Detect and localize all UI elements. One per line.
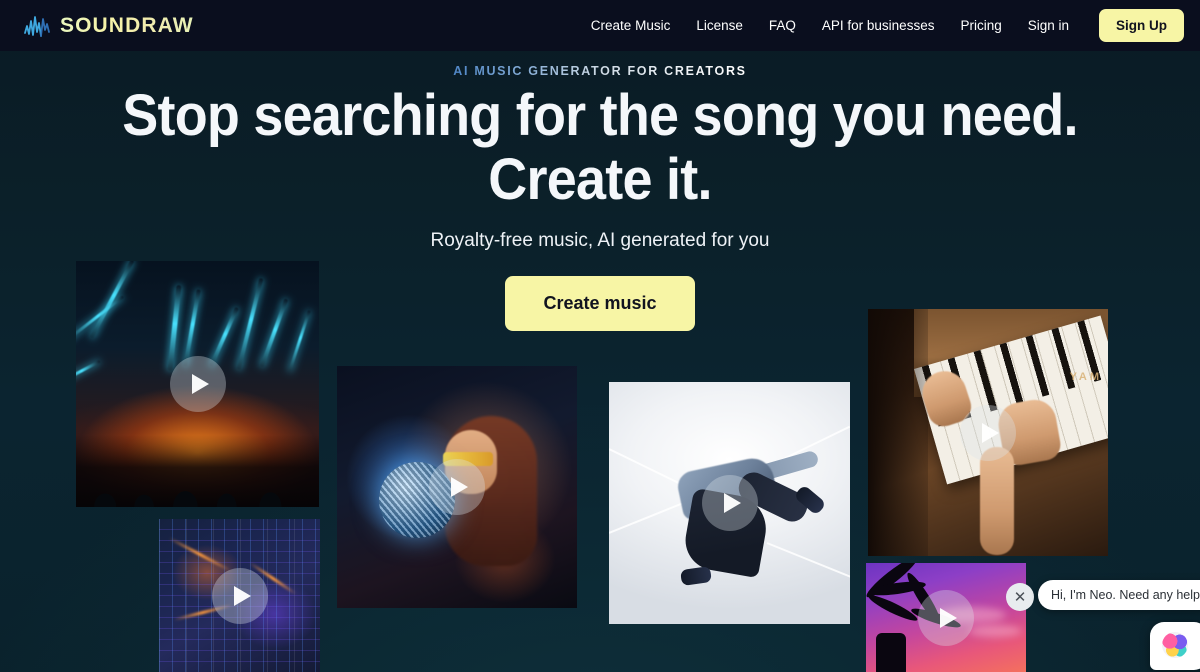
media-card-palm-sunset[interactable] [866, 563, 1026, 672]
piano-brand-text: YAM [1069, 371, 1102, 383]
play-icon[interactable] [169, 356, 226, 412]
media-card-city-night[interactable] [159, 519, 320, 672]
media-card-piano-hands[interactable]: YAM [868, 309, 1108, 556]
brain-icon [1162, 632, 1188, 658]
chat-close-button[interactable]: ✕ [1006, 583, 1034, 611]
main-navigation: Create Music License FAQ API for busines… [591, 9, 1184, 42]
site-header: SOUNDRAW Create Music License FAQ API fo… [0, 0, 1200, 51]
play-icon[interactable] [211, 567, 268, 624]
nav-item-api-for-businesses[interactable]: API for businesses [822, 18, 935, 33]
play-icon[interactable] [918, 589, 974, 646]
waveform-icon [24, 15, 50, 37]
play-icon[interactable] [429, 459, 485, 515]
nav-item-faq[interactable]: FAQ [769, 18, 796, 33]
nav-item-pricing[interactable]: Pricing [960, 18, 1001, 33]
logo-text: SOUNDRAW [60, 14, 194, 37]
media-card-breakdancer[interactable] [609, 382, 850, 624]
nav-item-create-music[interactable]: Create Music [591, 18, 671, 33]
media-card-disco-ball-woman[interactable] [337, 366, 577, 608]
chat-greeting-text: Hi, I'm Neo. Need any help? [1051, 588, 1200, 602]
logo[interactable]: SOUNDRAW [24, 13, 194, 39]
close-icon: ✕ [1013, 588, 1027, 606]
play-icon[interactable] [960, 404, 1016, 461]
create-music-button[interactable]: Create music [505, 276, 695, 331]
nav-item-license[interactable]: License [696, 18, 743, 33]
play-icon[interactable] [701, 475, 758, 531]
hero-cta-wrap: Create music [0, 276, 1200, 331]
sign-up-button[interactable]: Sign Up [1099, 9, 1184, 42]
chat-launcher-button[interactable] [1150, 622, 1200, 670]
chat-greeting-bubble[interactable]: Hi, I'm Neo. Need any help? [1038, 580, 1200, 610]
nav-item-sign-in[interactable]: Sign in [1028, 18, 1069, 33]
